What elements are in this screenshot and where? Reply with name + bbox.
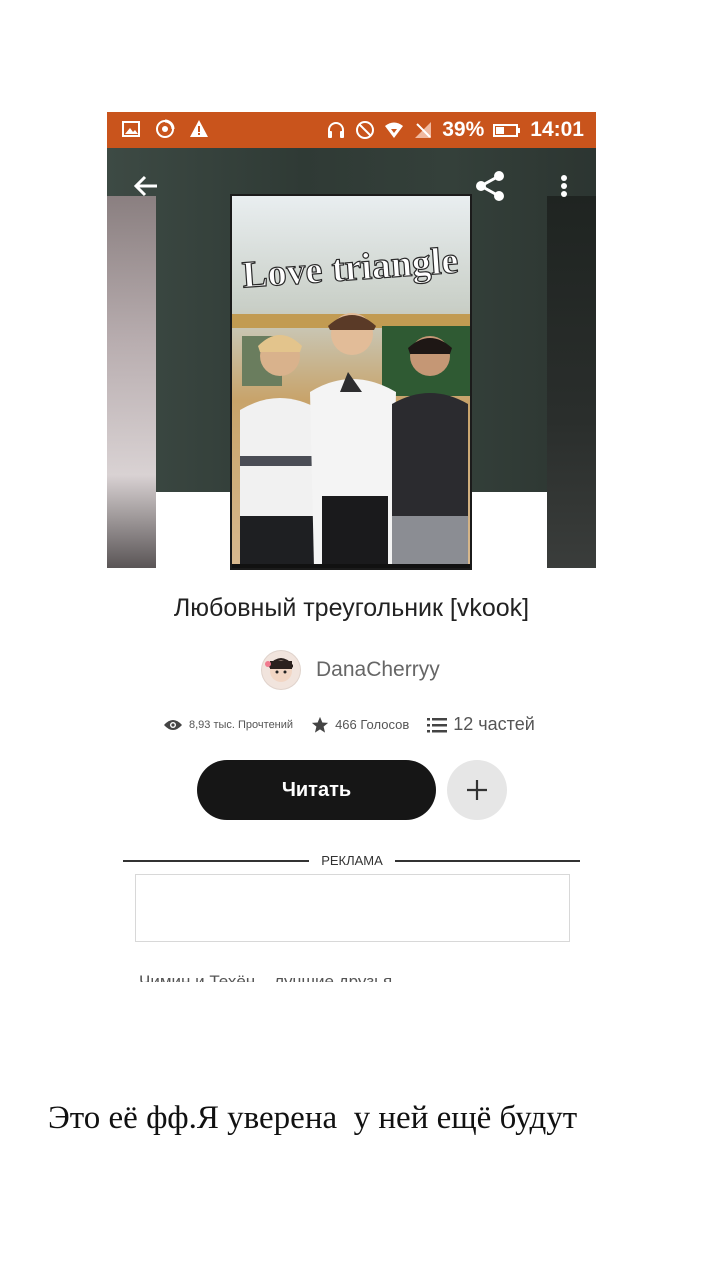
ad-divider-left <box>123 860 309 862</box>
image-icon <box>121 119 141 139</box>
story-title: Любовный треугольник [vkook] <box>173 594 530 622</box>
wifi-icon <box>384 120 404 140</box>
previous-story-cover[interactable] <box>107 196 156 568</box>
votes-count: 466 Голосов <box>335 717 410 732</box>
phone-screenshot: 39% 14:01 Love triangle Любовный треугол… <box>107 112 596 982</box>
warning-icon <box>189 119 209 139</box>
add-to-library-button[interactable] <box>447 760 507 820</box>
author-avatar[interactable] <box>262 651 300 689</box>
status-bar: 39% 14:01 <box>107 112 596 148</box>
battery-icon <box>493 120 521 140</box>
battery-percent: 39% <box>442 118 485 141</box>
parts-count[interactable]: 12 частей <box>453 714 535 735</box>
ad-slot[interactable] <box>135 874 570 942</box>
story-header: Love triangle <box>107 148 596 568</box>
story-stats: 8,93 тыс. Прочтений 466 Голосов 12 часте… <box>163 714 553 735</box>
headset-icon <box>326 120 346 140</box>
no-signal-icon <box>413 120 433 140</box>
clock: 14:01 <box>530 118 584 141</box>
author-name[interactable]: DanaCherryy <box>316 658 440 682</box>
more-vertical-icon <box>561 175 567 197</box>
story-description: Чимин и Техён – лучшие друзья <box>139 972 393 982</box>
ad-divider-right <box>395 860 580 862</box>
reads-stat: 8,93 тыс. Прочтений <box>163 718 293 732</box>
share-button[interactable] <box>471 166 511 206</box>
back-button[interactable] <box>127 166 167 206</box>
caption-text: Это её фф.Я уверена у ней ещё будут <box>48 1100 578 1136</box>
plus-icon <box>467 780 487 800</box>
votes-stat: 466 Голосов <box>311 716 409 734</box>
sync-icon <box>155 119 175 139</box>
parts-stat[interactable]: 12 частей <box>427 714 535 735</box>
reads-count: 8,93 тыс. Прочтений <box>189 718 294 731</box>
story-cover[interactable]: Love triangle <box>232 196 470 568</box>
arrow-left-icon <box>133 175 157 197</box>
more-menu-button[interactable] <box>544 166 584 206</box>
read-button[interactable]: Читать <box>197 760 436 820</box>
ad-label: РЕКЛАМА <box>321 853 383 868</box>
eye-icon <box>164 719 182 730</box>
next-story-cover[interactable] <box>547 196 596 568</box>
star-icon <box>311 716 329 733</box>
do-not-disturb-icon <box>355 120 375 140</box>
list-icon <box>427 717 448 732</box>
share-icon <box>476 171 504 201</box>
author-row[interactable]: DanaCherryy <box>262 648 440 692</box>
